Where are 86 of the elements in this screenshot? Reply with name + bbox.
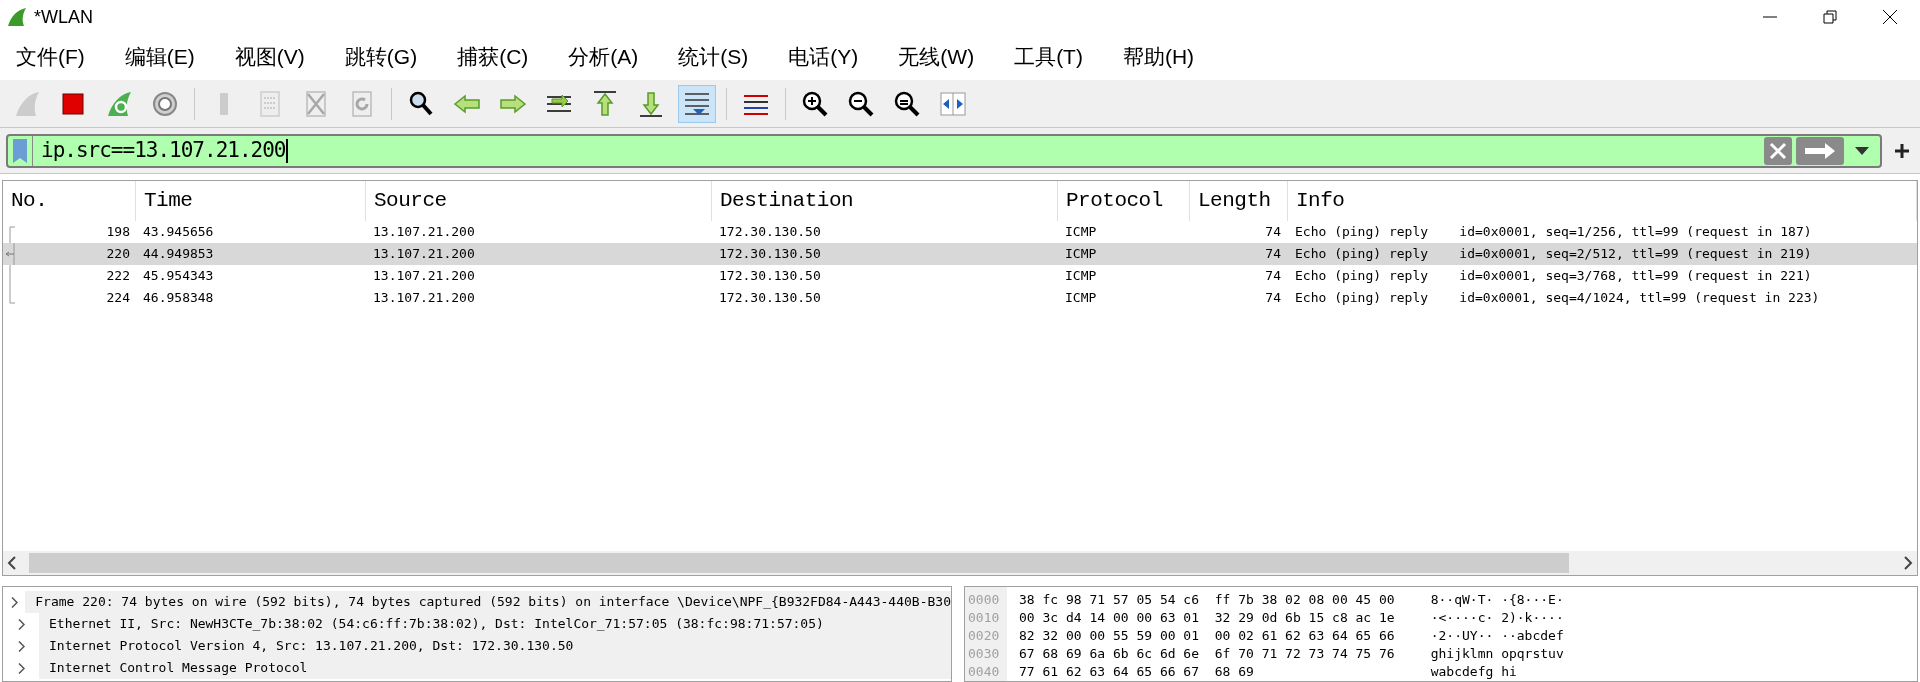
table-cell-text: 172.30.130.50 — [719, 223, 821, 242]
menu-item[interactable]: 捕获(C) — [451, 41, 535, 73]
clear-icon — [1769, 141, 1787, 160]
menu-item[interactable]: 视图(V) — [228, 41, 311, 73]
menu-item[interactable]: 分析(A) — [562, 41, 645, 73]
table-cell-text: 224 — [106, 289, 131, 308]
filter-text: ip.src==13.107.21.200 — [41, 136, 286, 164]
menu-item[interactable]: 统计(S) — [672, 41, 755, 73]
ascii-bytes: ·2··UY·· ··abcdef — [1430, 627, 1564, 645]
right-arrow-icon — [1803, 141, 1837, 160]
table-cell-text: 74 — [1265, 267, 1281, 286]
table-cell-text: 198 — [106, 223, 131, 242]
table-cell-text: ICMP — [1065, 289, 1097, 308]
table-cell-text: 13.107.21.200 — [373, 245, 475, 264]
app-fin-icon — [6, 6, 28, 28]
table-cell-text: 13.107.21.200 — [373, 267, 475, 286]
table-cell-text: 74 — [1265, 223, 1281, 242]
column-header[interactable]: Info — [1288, 181, 1917, 221]
table-cell-text: 13.107.21.200 — [373, 223, 475, 242]
packet-row[interactable]: 224 46.958348 13.107.21.200 172.30.130.50 ICMP 74 Echo (ping) reply id=0x0001, seq=4/1024, ttl=99 (request in 223) — [3, 287, 1917, 309]
table-cell-text: 222 — [106, 267, 131, 286]
hex-bytes: 67 68 69 6a 6b 6c 6d 6e 6f 70 71 72 73 74 75 76 — [1019, 645, 1395, 663]
table-cell-text: ICMP — [1065, 267, 1097, 286]
table-cell-text: 220 — [106, 245, 131, 264]
column-header[interactable]: Length — [1190, 181, 1288, 221]
minimize-icon — [1763, 16, 1777, 18]
table-cell-text: 74 — [1265, 289, 1281, 308]
table-cell-text: 74 — [1265, 245, 1281, 264]
window-title: *WLAN — [34, 5, 93, 29]
menu-item[interactable]: 无线(W) — [892, 41, 981, 73]
byte-offset: 0000 — [967, 591, 1001, 609]
table-cell-text: Echo (ping) reply id=0x0001, seq=2/512, ttl=99 (request in 219) — [1295, 245, 1812, 264]
table-cell-text: 172.30.130.50 — [719, 245, 821, 264]
packet-row[interactable]: 220 44.949853 13.107.21.200 172.30.130.50 ICMP 74 Echo (ping) reply id=0x0001, seq=2/512, ttl=99 (request in 219) — [3, 243, 1917, 265]
ascii-bytes: 8··qW·T· ·{8···E· — [1430, 591, 1564, 609]
byte-offset: 0010 — [967, 609, 1001, 627]
hex-bytes: 82 32 00 00 55 59 00 01 00 02 61 62 63 64 65 66 — [1019, 627, 1395, 645]
filter-field[interactable]: ip.src==13.107.21.200 — [6, 133, 1882, 168]
table-cell-text: 45.954343 — [143, 267, 214, 286]
related-arrow-icon — [5, 243, 15, 265]
table-cell-text: 43.945656 — [143, 223, 214, 242]
ascii-bytes: ghijklmn opqrstuv — [1430, 645, 1564, 663]
table-cell-text: Echo (ping) reply id=0x0001, seq=1/256, ttl=99 (request in 187) — [1295, 223, 1812, 242]
menu-item[interactable]: 跳转(G) — [338, 41, 424, 73]
hex-bytes: 38 fc 98 71 57 05 54 c6 ff 7b 38 02 08 00 45 00 — [1019, 591, 1395, 609]
menu-item[interactable]: 帮助(H) — [1116, 41, 1201, 73]
byte-offset: 0030 — [967, 645, 1001, 663]
menu-item[interactable]: 电话(Y) — [782, 41, 865, 73]
menu-item[interactable]: 工具(T) — [1008, 41, 1089, 73]
plus-icon — [1894, 142, 1910, 159]
clear-filter-button[interactable] — [1764, 136, 1792, 165]
hex-bytes: 00 3c d4 14 00 00 63 01 32 29 0d 6b 15 c8 ac 1e — [1019, 609, 1395, 627]
hex-bytes: 77 61 62 63 64 65 66 67 68 69 — [1019, 663, 1255, 681]
table-cell-text: ICMP — [1065, 245, 1097, 264]
horizontal-scrollbar[interactable] — [3, 551, 1917, 575]
column-header[interactable]: Source — [366, 181, 712, 221]
table-cell-text: 13.107.21.200 — [373, 289, 475, 308]
bookmark-icon — [12, 137, 28, 164]
table-cell-text: ICMP — [1065, 223, 1097, 242]
packet-row[interactable]: 198 43.945656 13.107.21.200 172.30.130.50 ICMP 74 Echo (ping) reply id=0x0001, seq=1/256, ttl=99 (request in 187) — [3, 221, 1917, 243]
scrollbar-thumb[interactable] — [29, 553, 1569, 573]
packet-row[interactable]: 222 45.954343 13.107.21.200 172.30.130.50 ICMP 74 Echo (ping) reply id=0x0001, seq=3/768, ttl=99 (request in 221) — [3, 265, 1917, 287]
expander-icon — [17, 640, 25, 652]
file-icon — [220, 92, 228, 115]
close-icon — [1882, 9, 1898, 25]
column-header[interactable]: Destination — [712, 181, 1058, 221]
ascii-bytes: wabcdefg hi — [1430, 663, 1518, 681]
menu-item[interactable]: 编辑(E) — [118, 41, 201, 73]
table-cell-text: 46.958348 — [143, 289, 214, 308]
table-cell-text: 172.30.130.50 — [719, 267, 821, 286]
byte-offset: 0040 — [967, 663, 1001, 681]
expander-icon — [10, 596, 18, 608]
expander-icon — [17, 662, 25, 674]
table-cell-text: 44.949853 — [143, 245, 214, 264]
caret-icon — [1855, 146, 1869, 155]
expander-icon — [17, 618, 25, 630]
ascii-bytes: ·<····c· 2)·k···· — [1430, 609, 1564, 627]
column-header[interactable]: No. — [3, 181, 136, 221]
column-header[interactable]: Time — [136, 181, 366, 221]
restore-icon — [1823, 10, 1837, 24]
table-cell-text: Echo (ping) reply id=0x0001, seq=4/1024, ttl=99 (request in 223) — [1295, 289, 1820, 308]
column-header[interactable]: Protocol — [1058, 181, 1190, 221]
menu-item[interactable]: 文件(F) — [10, 41, 91, 73]
table-cell-text: 172.30.130.50 — [719, 289, 821, 308]
table-cell-text: Echo (ping) reply id=0x0001, seq=3/768, ttl=99 (request in 221) — [1295, 267, 1812, 286]
byte-offset: 0020 — [967, 627, 1001, 645]
